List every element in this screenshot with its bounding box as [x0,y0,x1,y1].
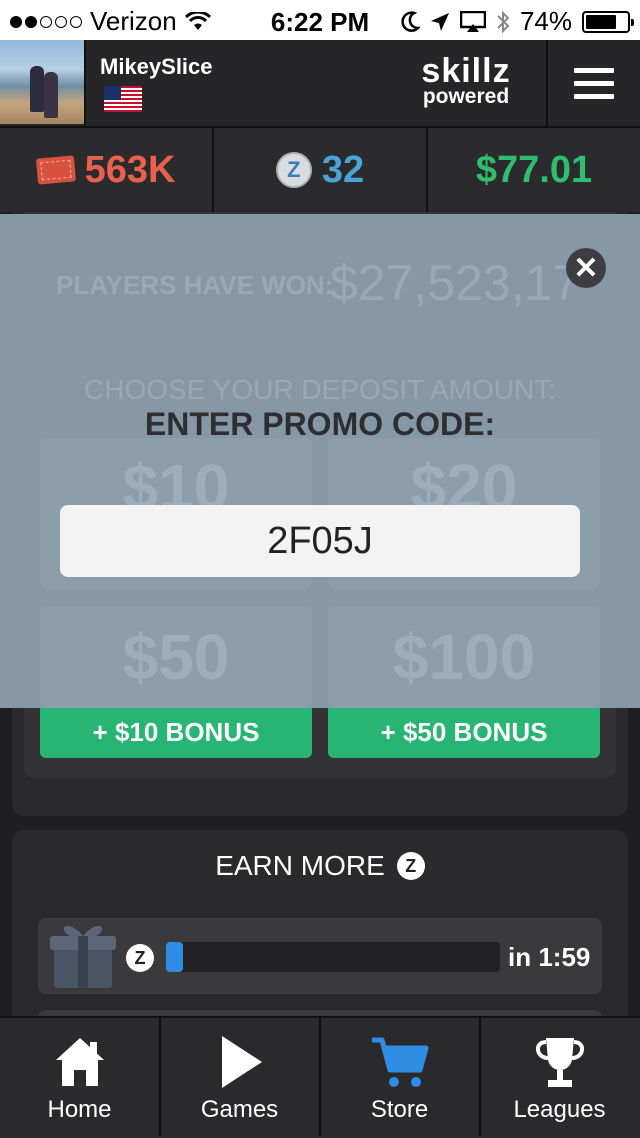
us-flag-icon [104,86,142,112]
location-icon [430,12,449,31]
players-won-value: $27,523,17 [330,255,581,311]
cart-icon [371,1037,428,1087]
avatar[interactable] [0,40,84,124]
promo-code-input[interactable] [60,505,580,577]
menu-button[interactable] [548,40,640,126]
bonus-10-button[interactable]: + $10 BONUS [40,706,312,758]
tickets-balance[interactable]: 563K [0,128,212,212]
bluetooth-icon [497,10,510,33]
airplay-icon [459,10,486,32]
moon-icon [401,10,420,32]
tab-store[interactable]: Store [320,1018,479,1138]
reward-progress-bar [166,942,500,972]
earn-more-title: EARN MORE Z [0,850,640,882]
close-icon[interactable]: ✕ [566,248,606,288]
battery-icon [582,10,634,33]
status-bar: Verizon 6:22 PM 74% [0,0,640,40]
players-won-label: PLAYERS HAVE WON: [56,270,334,300]
bonus-50-button[interactable]: + $50 BONUS [328,706,600,758]
tab-leagues[interactable]: Leagues [480,1018,639,1138]
app-header: MikeySlice skillz powered [0,40,640,128]
skillz-logo: skillz powered [421,52,511,108]
promo-code-label: ENTER PROMO CODE: [144,406,496,442]
reward-z-icon: Z [126,944,154,972]
reward-timer: in 1:59 [508,942,591,972]
hamburger-icon [574,67,614,73]
z-balance[interactable]: Z 32 [214,128,426,212]
cash-balance[interactable]: $77.01 [428,128,640,212]
tab-home[interactable]: Home [0,1018,159,1138]
username: MikeySlice [100,54,213,79]
currency-bar: 563K Z 32 $77.01 [0,128,640,212]
status-right: 74% [400,6,634,37]
z-coin-icon: Z [275,152,312,188]
ticket-icon [35,155,76,185]
choose-deposit-label: CHOOSE YOUR DEPOSIT AMOUNT: [84,374,556,405]
battery-percent: 74% [519,6,572,36]
tab-games[interactable]: Games [160,1018,319,1138]
trophy-icon [535,1038,584,1087]
home-icon [55,1038,104,1086]
play-icon [221,1036,262,1088]
gift-icon [50,925,116,988]
z-icon: Z [396,852,425,880]
promo-overlay: PLAYERS HAVE WON: $27,523,17 CHOOSE YOUR… [0,214,640,708]
